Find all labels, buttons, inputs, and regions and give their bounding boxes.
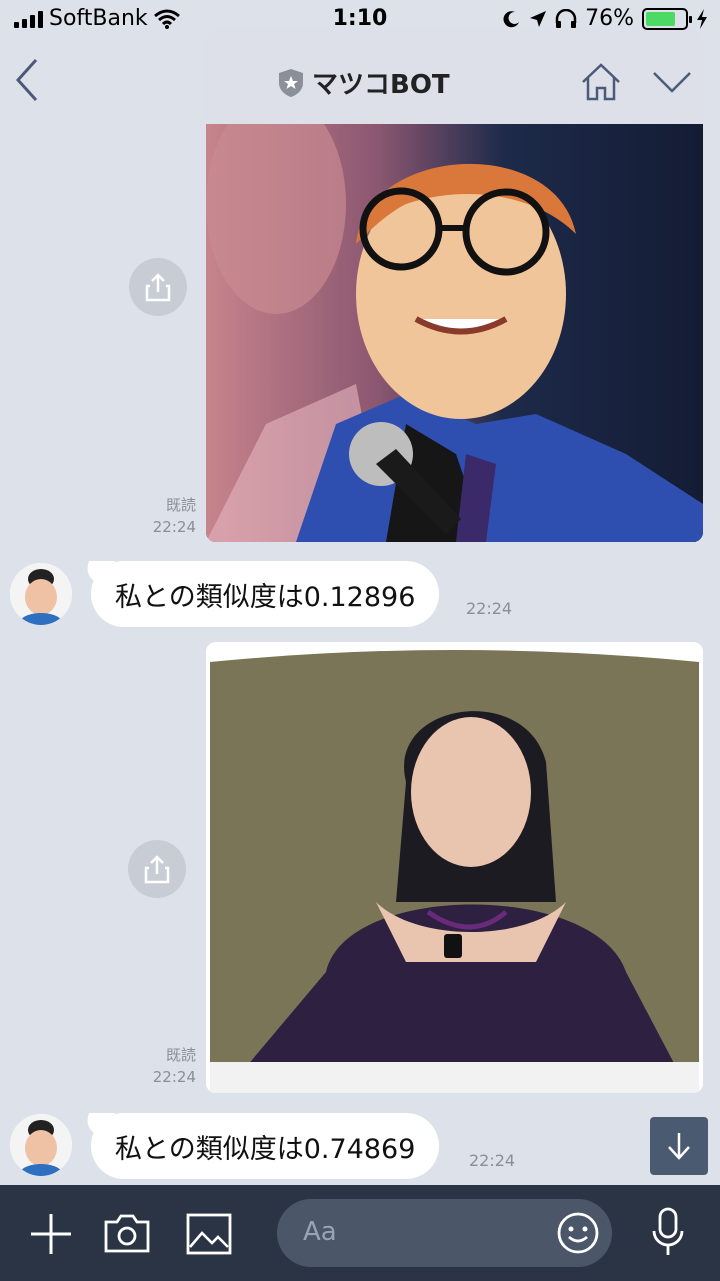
message-time: 22:24	[466, 599, 513, 618]
add-button[interactable]	[28, 1211, 74, 1261]
status-right: 76%	[503, 6, 708, 31]
official-badge-icon	[279, 68, 303, 97]
sent-image-2[interactable]	[206, 642, 703, 1093]
camera-icon	[104, 1214, 150, 1253]
battery-percent: 76%	[585, 6, 634, 31]
share-button-2[interactable]	[128, 840, 186, 898]
chat-title-text: マツコBOT	[312, 70, 450, 100]
message-input[interactable]: Aa	[277, 1199, 612, 1267]
home-button[interactable]	[580, 62, 622, 106]
share-button-1[interactable]	[129, 258, 187, 316]
smiley-icon	[557, 1212, 599, 1254]
battery-icon	[642, 7, 692, 30]
plus-icon	[31, 1214, 71, 1254]
image-icon	[186, 1213, 232, 1255]
message-text: 私との類似度は0.74869	[115, 1133, 416, 1165]
photo-button[interactable]	[186, 1213, 232, 1259]
read-receipt-1: 既読 22:24	[120, 494, 196, 538]
emoji-button[interactable]	[556, 1211, 600, 1259]
message-text: 私との類似度は0.12896	[115, 581, 416, 613]
camera-button[interactable]	[103, 1212, 151, 1258]
message-time: 22:24	[469, 1151, 516, 1170]
chevron-left-icon	[15, 58, 38, 102]
read-label: 既読	[165, 496, 196, 514]
share-icon	[144, 855, 170, 884]
photo-man-with-microphone	[206, 124, 703, 542]
charging-icon	[697, 8, 707, 29]
chevron-down-icon	[653, 72, 691, 93]
chat-title: マツコBOT	[278, 64, 450, 101]
arrow-down-icon	[668, 1133, 690, 1160]
share-icon	[145, 273, 171, 302]
read-receipt-2: 既読 22:24	[120, 1044, 196, 1088]
message-time: 22:24	[152, 518, 196, 536]
microphone-icon	[652, 1207, 684, 1255]
message-input-placeholder: Aa	[303, 1217, 337, 1247]
avatar[interactable]	[10, 563, 72, 625]
bot-avatar-image	[10, 563, 72, 625]
received-text-bubble-2[interactable]: 私との類似度は0.74869	[91, 1113, 440, 1179]
location-icon	[530, 10, 547, 27]
voice-button[interactable]	[650, 1207, 686, 1261]
photo-woman-in-purple-dress	[206, 642, 703, 1093]
received-text-bubble-1[interactable]: 私との類似度は0.12896	[91, 561, 440, 627]
headphones-icon	[555, 8, 577, 28]
sent-image-1[interactable]	[206, 124, 703, 542]
menu-toggle-button[interactable]	[652, 70, 692, 98]
home-icon	[582, 63, 620, 101]
message-time: 22:24	[152, 1068, 196, 1086]
read-label: 既読	[165, 1046, 196, 1064]
moon-icon	[503, 10, 520, 27]
scroll-to-bottom-button[interactable]	[650, 1117, 708, 1175]
avatar[interactable]	[10, 1114, 72, 1176]
bot-avatar-image	[10, 1114, 72, 1176]
back-button[interactable]	[14, 58, 40, 106]
